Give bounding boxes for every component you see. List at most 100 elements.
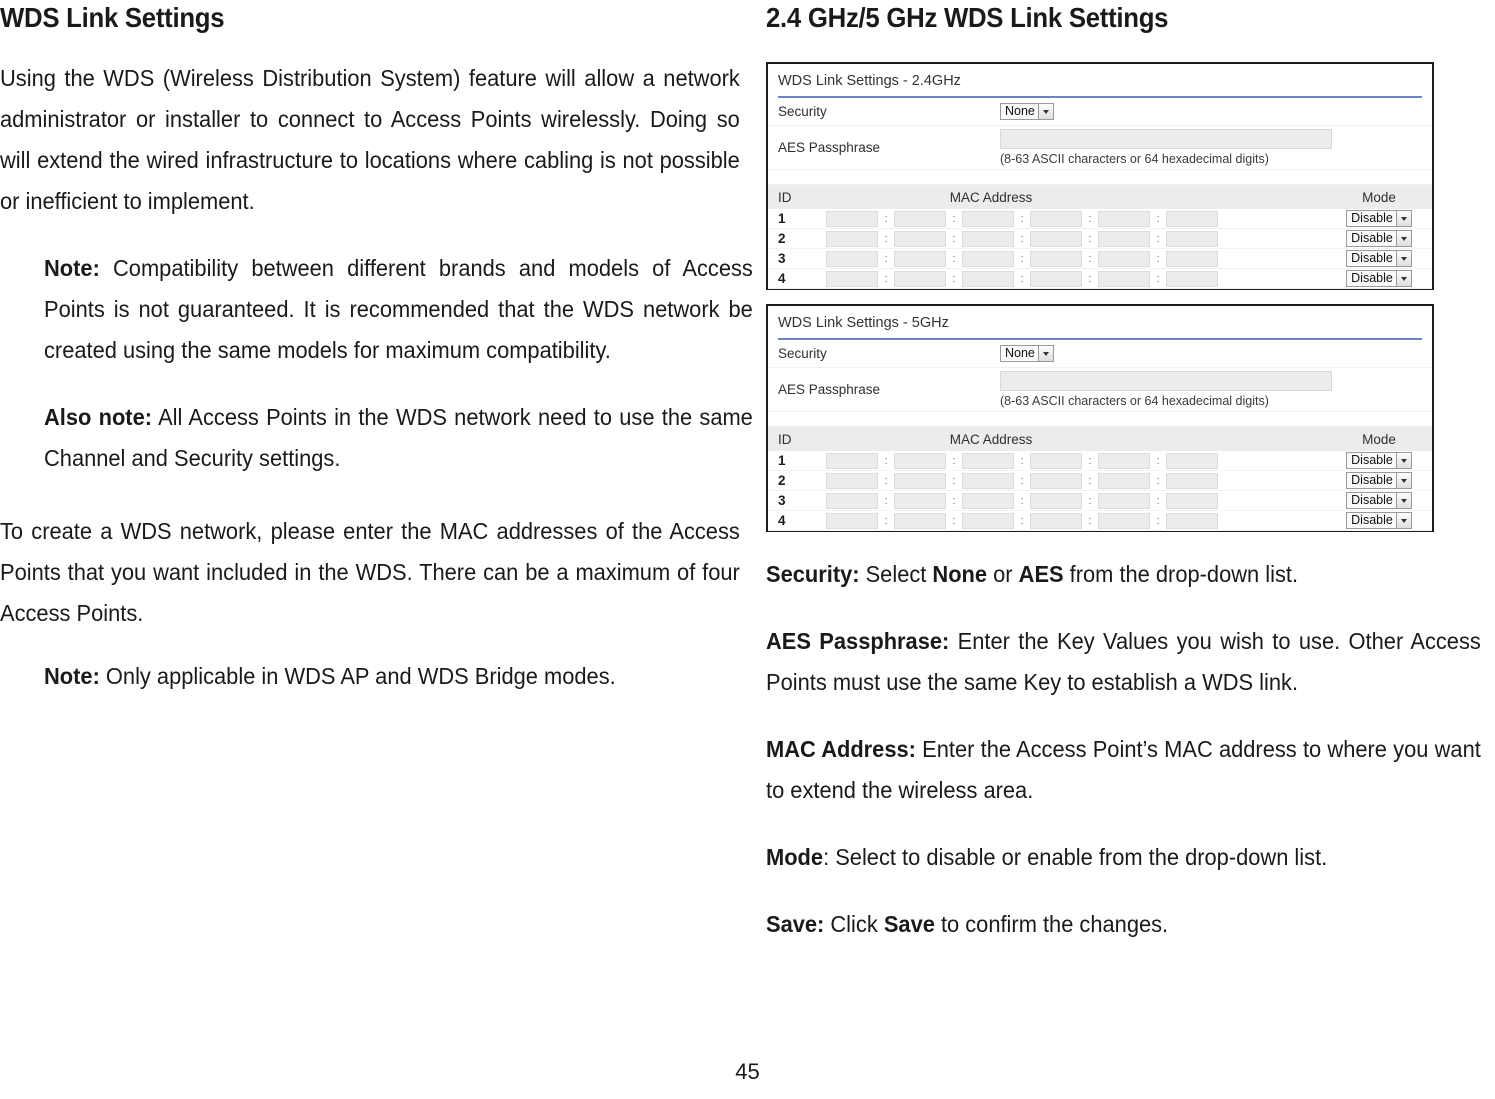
mac-octet-input[interactable] — [826, 270, 878, 287]
mac-octet-input[interactable] — [1166, 472, 1218, 489]
mac-separator: : — [1020, 454, 1024, 467]
mac-separator: : — [884, 252, 888, 265]
mac-octet-input[interactable] — [894, 492, 946, 509]
mac-octet-input[interactable] — [962, 452, 1014, 469]
mac-octet-input[interactable] — [1098, 512, 1150, 529]
mac-separator: : — [952, 272, 956, 285]
mac-separator: : — [1088, 474, 1092, 487]
mac-octet-input[interactable] — [962, 250, 1014, 267]
mode-select[interactable]: Disable — [1346, 472, 1412, 489]
aes-passphrase-field-group: (8-63 ASCII characters or 64 hexadecimal… — [1000, 371, 1332, 408]
mac-octet-input[interactable] — [826, 512, 878, 529]
mac-octet-input[interactable] — [962, 512, 1014, 529]
document-page: WDS Link Settings Using the WDS (Wireles… — [0, 0, 1495, 1099]
aes-passphrase-input-24ghz[interactable] — [1000, 129, 1332, 149]
mac-octet-input[interactable] — [962, 210, 1014, 227]
mac-octet-input[interactable] — [894, 210, 946, 227]
mac-octet-input[interactable] — [894, 250, 946, 267]
mac-address-octets: : : : : : — [826, 210, 1326, 227]
mac-separator: : — [1088, 494, 1092, 507]
wds-panel-5ghz: WDS Link Settings - 5GHz Security None A… — [766, 304, 1434, 532]
security-select-5ghz[interactable]: None — [1000, 345, 1054, 362]
note-wds-modes: Note: Only applicable in WDS AP and WDS … — [44, 656, 753, 697]
chevron-down-icon — [1395, 251, 1411, 266]
table-row: 3 : : : : : Disable — [768, 491, 1432, 511]
mac-octet-input[interactable] — [1098, 452, 1150, 469]
mac-octet-input[interactable] — [826, 492, 878, 509]
mac-octet-input[interactable] — [1030, 452, 1082, 469]
mode-select-value: Disable — [1351, 271, 1393, 285]
mac-octet-input[interactable] — [1030, 230, 1082, 247]
mac-separator: : — [1088, 232, 1092, 245]
mac-octet-input[interactable] — [894, 452, 946, 469]
mac-octet-input[interactable] — [1166, 250, 1218, 267]
mac-octet-input[interactable] — [826, 230, 878, 247]
mac-octet-input[interactable] — [1098, 210, 1150, 227]
mac-octet-input[interactable] — [962, 492, 1014, 509]
mac-octet-input[interactable] — [1166, 270, 1218, 287]
mac-separator: : — [952, 252, 956, 265]
mode-select-value: Disable — [1351, 473, 1393, 487]
mac-octet-input[interactable] — [1166, 230, 1218, 247]
mac-separator: : — [952, 494, 956, 507]
chevron-down-icon — [1395, 231, 1411, 246]
mode-select[interactable]: Disable — [1346, 512, 1412, 529]
mac-octet-input[interactable] — [894, 472, 946, 489]
mac-octet-input[interactable] — [1098, 492, 1150, 509]
mac-octet-input[interactable] — [1166, 452, 1218, 469]
row-id: 4 — [778, 513, 786, 528]
mode-select[interactable]: Disable — [1346, 492, 1412, 509]
mac-octet-input[interactable] — [826, 250, 878, 267]
mode-select[interactable]: Disable — [1346, 230, 1412, 247]
aes-passphrase-row-5ghz: AES Passphrase (8-63 ASCII characters or… — [768, 368, 1432, 412]
mode-select[interactable]: Disable — [1346, 452, 1412, 469]
mac-separator: : — [884, 514, 888, 527]
mac-octet-input[interactable] — [1098, 250, 1150, 267]
table-row: 1 : : : : : Disable — [768, 209, 1432, 229]
mac-octet-input[interactable] — [1030, 492, 1082, 509]
mode-select[interactable]: Disable — [1346, 250, 1412, 267]
mac-octet-input[interactable] — [1030, 270, 1082, 287]
mac-separator: : — [884, 494, 888, 507]
description-security: Security: Select None or AES from the dr… — [766, 554, 1481, 595]
description-save: Save: Click Save to confirm the changes. — [766, 904, 1481, 945]
mac-octet-input[interactable] — [1166, 512, 1218, 529]
mac-separator: : — [884, 272, 888, 285]
mac-octet-input[interactable] — [1098, 270, 1150, 287]
mac-octet-input[interactable] — [962, 270, 1014, 287]
mac-octet-input[interactable] — [962, 472, 1014, 489]
mac-octet-input[interactable] — [1098, 472, 1150, 489]
security-select-24ghz[interactable]: None — [1000, 103, 1054, 120]
mac-separator: : — [1020, 252, 1024, 265]
mac-separator: : — [952, 514, 956, 527]
description-save-button-name: Save — [883, 911, 935, 937]
mac-octet-input[interactable] — [894, 270, 946, 287]
mac-octet-input[interactable] — [962, 230, 1014, 247]
mac-octet-input[interactable] — [1030, 512, 1082, 529]
mac-octet-input[interactable] — [826, 210, 878, 227]
mac-octet-input[interactable] — [826, 472, 878, 489]
mac-octet-input[interactable] — [1030, 210, 1082, 227]
mac-octet-input[interactable] — [1166, 492, 1218, 509]
mac-octet-input[interactable] — [1166, 210, 1218, 227]
mac-separator: : — [1088, 272, 1092, 285]
panel-title-24ghz: WDS Link Settings - 2.4GHz — [778, 73, 961, 89]
row-id: 2 — [778, 473, 786, 488]
mode-cell: Disable — [1326, 270, 1432, 287]
description-mode: Mode: Select to disable or enable from t… — [766, 837, 1481, 878]
table-row: 2 : : : : : Disable — [768, 471, 1432, 491]
mac-octet-input[interactable] — [1030, 472, 1082, 489]
mode-select[interactable]: Disable — [1346, 210, 1412, 227]
also-note-channel-security: Also note: All Access Points in the WDS … — [44, 397, 753, 479]
mac-table-header-24ghz: ID MAC Address Mode — [768, 185, 1432, 209]
mac-octet-input[interactable] — [894, 230, 946, 247]
description-mode-text: : Select to disable or enable from the d… — [823, 844, 1328, 870]
mac-octet-input[interactable] — [1030, 250, 1082, 267]
aes-passphrase-input-5ghz[interactable] — [1000, 371, 1332, 391]
mac-octet-input[interactable] — [894, 512, 946, 529]
mac-octet-input[interactable] — [1098, 230, 1150, 247]
mac-octet-input[interactable] — [826, 452, 878, 469]
mac-separator: : — [952, 212, 956, 225]
security-select-value: None — [1005, 346, 1035, 360]
mode-select[interactable]: Disable — [1346, 270, 1412, 287]
